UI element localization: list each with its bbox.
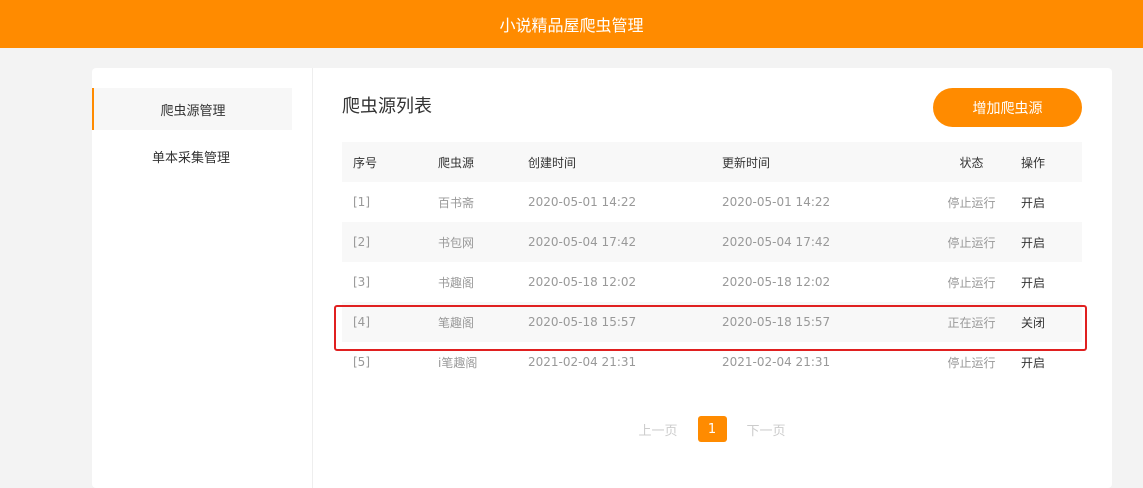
prev-page-button[interactable]: 上一页 (638, 420, 677, 439)
sidebar-item-single-book[interactable]: 单本采集管理 (92, 135, 290, 177)
table-row: [5] i笔趣阁 2021-02-04 21:31 2021-02-04 21:… (342, 342, 1082, 382)
cell-updated: 2020-05-01 14:22 (722, 195, 831, 209)
header-created: 创建时间 (528, 155, 577, 170)
cell-created: 2020-05-18 12:02 (528, 275, 637, 289)
cell-created: 2020-05-18 15:57 (528, 315, 637, 329)
cell-index: [4] (353, 315, 370, 329)
cell-index: [3] (353, 275, 370, 289)
pagination: 上一页 1 下一页 (342, 416, 1082, 442)
sidebar: 爬虫源管理 单本采集管理 (92, 68, 313, 488)
cell-source: 百书斋 (438, 195, 475, 210)
cell-index: [5] (353, 355, 370, 369)
toggle-run-link[interactable]: 开启 (1021, 222, 1082, 262)
main-card: 爬虫源管理 单本采集管理 爬虫源列表 增加爬虫源 序号 爬虫源 创建时间 更新时… (92, 68, 1112, 488)
cell-source: 书趣阁 (438, 275, 475, 290)
table-row: [2] 书包网 2020-05-04 17:42 2020-05-04 17:4… (342, 222, 1082, 262)
toggle-run-link[interactable]: 关闭 (1021, 302, 1082, 342)
table-row: [4] 笔趣阁 2020-05-18 15:57 2020-05-18 15:5… (342, 302, 1082, 342)
crawler-source-table: 序号 爬虫源 创建时间 更新时间 状态 操作 [1] 百书斋 2020-05-0… (342, 142, 1082, 382)
sidebar-item-label: 单本采集管理 (151, 150, 230, 166)
cell-status: 停止运行 (947, 275, 996, 290)
sidebar-item-label: 爬虫源管理 (160, 103, 226, 119)
cell-index: [2] (353, 235, 370, 249)
top-bar: 小说精品屋爬虫管理 (0, 0, 1143, 48)
content-area: 爬虫源列表 增加爬虫源 序号 爬虫源 创建时间 更新时间 状态 操作 [1] 百… (342, 68, 1082, 488)
table-header-row: 序号 爬虫源 创建时间 更新时间 状态 操作 (342, 142, 1082, 182)
cell-status: 正在运行 (947, 315, 996, 330)
cell-updated: 2020-05-18 15:57 (722, 315, 831, 329)
cell-source: i笔趣阁 (438, 355, 478, 370)
cell-updated: 2020-05-18 12:02 (722, 275, 831, 289)
header-index: 序号 (353, 155, 378, 170)
app-title: 小说精品屋爬虫管理 (499, 16, 644, 35)
cell-index: [1] (353, 195, 370, 209)
cell-status: 停止运行 (947, 235, 996, 250)
page-title: 爬虫源列表 (342, 96, 432, 117)
toggle-run-link[interactable]: 开启 (1021, 262, 1082, 302)
cell-status: 停止运行 (947, 195, 996, 210)
cell-created: 2020-05-04 17:42 (528, 235, 637, 249)
cell-updated: 2020-05-04 17:42 (722, 235, 831, 249)
toggle-run-link[interactable]: 开启 (1021, 342, 1082, 382)
header-source: 爬虫源 (438, 155, 475, 170)
table-row: [3] 书趣阁 2020-05-18 12:02 2020-05-18 12:0… (342, 262, 1082, 302)
cell-source: 笔趣阁 (438, 315, 475, 330)
cell-created: 2021-02-04 21:31 (528, 355, 637, 369)
cell-created: 2020-05-01 14:22 (528, 195, 637, 209)
table-row: [1] 百书斋 2020-05-01 14:22 2020-05-01 14:2… (342, 182, 1082, 222)
add-crawler-source-button[interactable]: 增加爬虫源 (933, 88, 1082, 127)
header-status: 状态 (959, 155, 984, 170)
header-updated: 更新时间 (722, 155, 771, 170)
header-action: 操作 (1021, 155, 1046, 170)
current-page-button[interactable]: 1 (697, 416, 727, 442)
cell-updated: 2021-02-04 21:31 (722, 355, 831, 369)
sidebar-item-crawler-sources[interactable]: 爬虫源管理 (92, 88, 292, 130)
cell-status: 停止运行 (947, 355, 996, 370)
cell-source: 书包网 (438, 235, 475, 250)
next-page-button[interactable]: 下一页 (747, 420, 786, 439)
toggle-run-link[interactable]: 开启 (1021, 182, 1082, 222)
